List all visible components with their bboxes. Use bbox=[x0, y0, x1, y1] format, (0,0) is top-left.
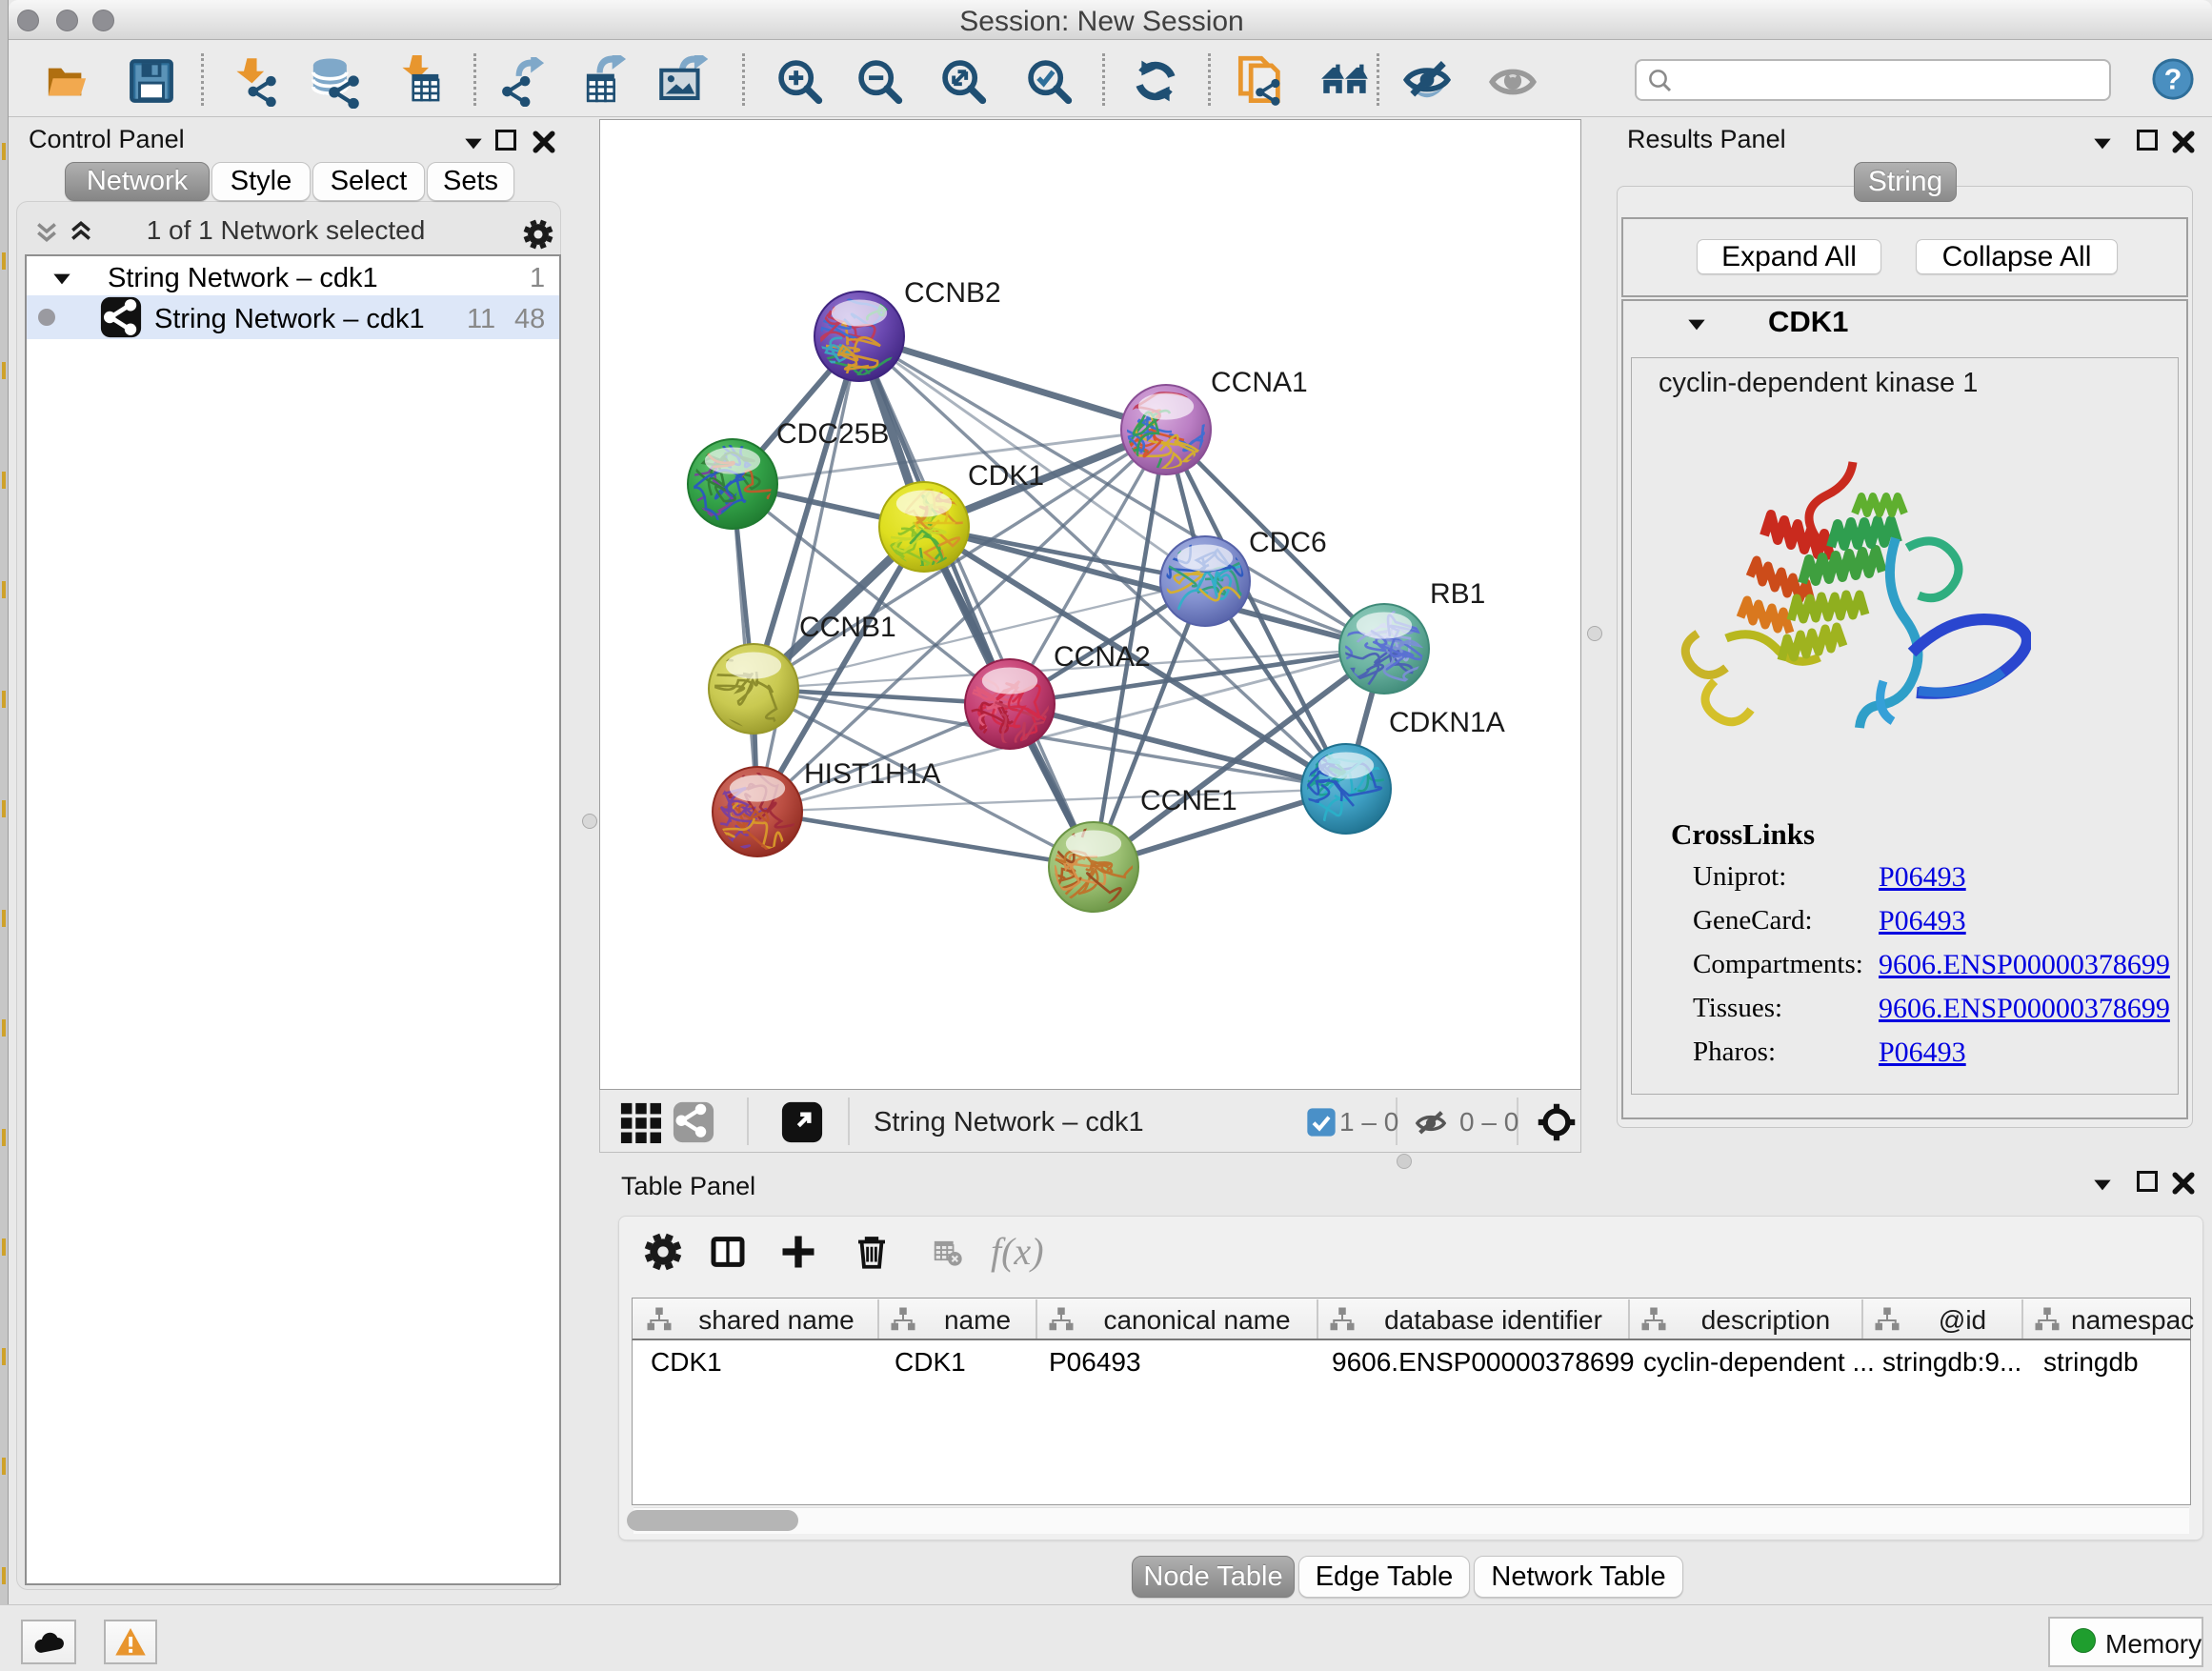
svg-text:HIST1H1A: HIST1H1A bbox=[804, 758, 940, 790]
svg-text:CCNB2: CCNB2 bbox=[904, 277, 1001, 309]
svg-text:CDC25B: CDC25B bbox=[776, 418, 889, 450]
svg-text:CCNA2: CCNA2 bbox=[1054, 641, 1151, 673]
svg-text:CDK1: CDK1 bbox=[968, 460, 1044, 492]
svg-text:CCNB1: CCNB1 bbox=[799, 612, 896, 643]
svg-text:?: ? bbox=[2164, 64, 2182, 96]
svg-text:CDKN1A: CDKN1A bbox=[1389, 707, 1505, 738]
svg-text:CDC6: CDC6 bbox=[1249, 527, 1327, 558]
svg-text:CCNE1: CCNE1 bbox=[1140, 785, 1237, 816]
svg-text:RB1: RB1 bbox=[1430, 578, 1485, 610]
svg-text:CCNA1: CCNA1 bbox=[1211, 367, 1308, 398]
